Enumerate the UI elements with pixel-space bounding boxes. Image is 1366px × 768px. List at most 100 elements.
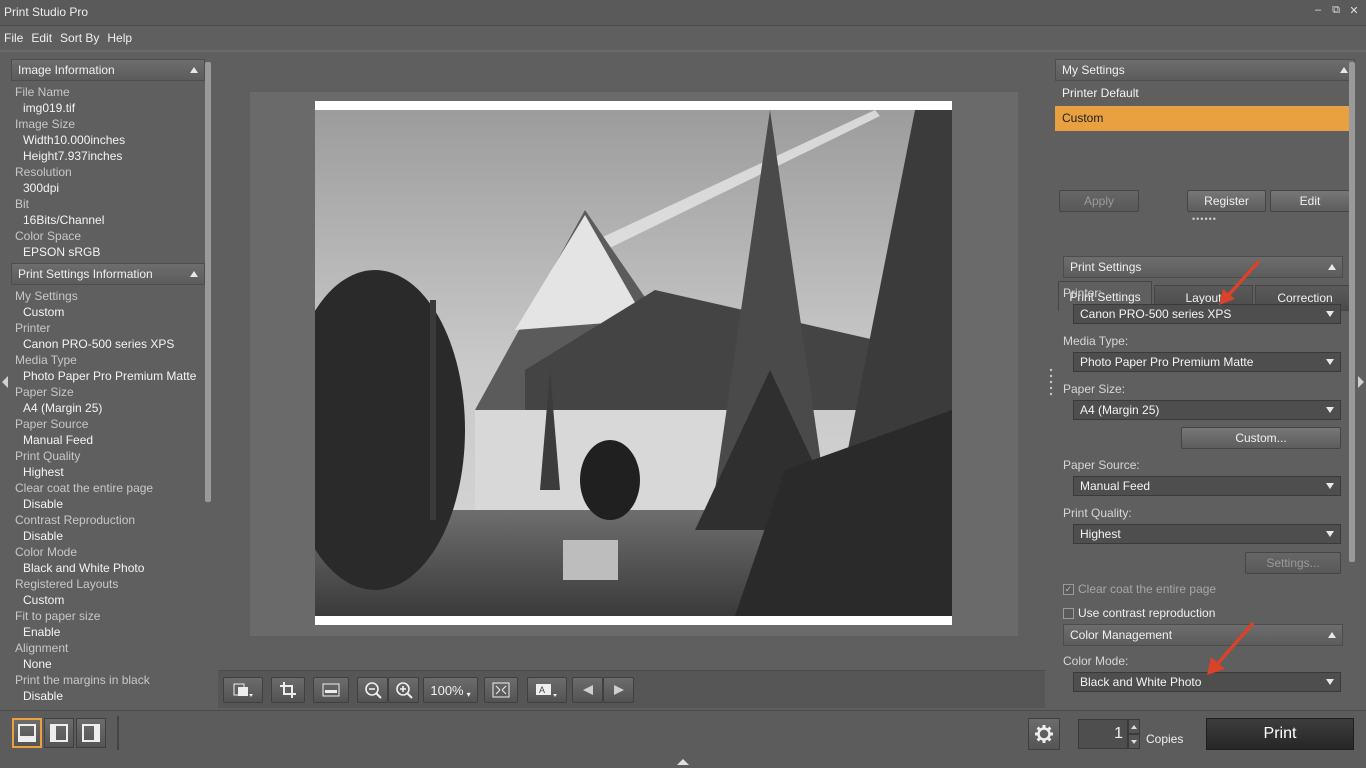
info-label: Registered Layouts xyxy=(15,577,119,591)
resize-grip-icon[interactable] xyxy=(1049,368,1053,396)
zoom-out-button[interactable] xyxy=(357,677,388,703)
preview-toolbar: 100% ▾ A xyxy=(218,670,1045,708)
photo-preview[interactable] xyxy=(315,110,952,616)
annotation-arrow-icon xyxy=(1219,259,1261,305)
printer-select[interactable]: Canon PRO-500 series XPS xyxy=(1073,304,1341,324)
print-settings-header[interactable]: Print Settings xyxy=(1063,256,1343,278)
collapse-icon[interactable] xyxy=(190,67,198,73)
collapse-right-icon[interactable] xyxy=(1358,376,1364,388)
svg-text:A: A xyxy=(539,685,545,695)
left-scrollbar[interactable] xyxy=(205,62,211,502)
info-label: Resolution xyxy=(15,165,72,179)
info-value: Manual Feed xyxy=(23,433,94,447)
edit-button[interactable]: Edit xyxy=(1270,190,1350,212)
paper-source-label: Paper Source: xyxy=(1063,458,1140,472)
info-value: Disable xyxy=(23,529,64,543)
printer-value: Canon PRO-500 series XPS xyxy=(1080,307,1232,321)
info-label: Print the margins in black xyxy=(15,673,150,687)
collapse-icon[interactable] xyxy=(190,271,198,277)
collapse-icon[interactable] xyxy=(1328,632,1336,638)
collapse-icon[interactable] xyxy=(1328,264,1336,270)
print-settings-information-header[interactable]: Print Settings Information xyxy=(11,263,205,285)
menu-sort-by[interactable]: Sort By xyxy=(56,31,103,45)
info-value: Custom xyxy=(23,305,65,319)
section-title: Print Settings Information xyxy=(18,267,153,281)
expand-up-icon[interactable] xyxy=(677,759,689,765)
menu-file[interactable]: File xyxy=(0,31,27,45)
left-panel-icon xyxy=(50,724,68,742)
menu-bar: File Edit Sort By Help xyxy=(0,27,1366,49)
my-settings-header[interactable]: My Settings xyxy=(1055,59,1355,81)
info-value: Canon PRO-500 series XPS xyxy=(23,337,175,351)
media-type-label: Media Type: xyxy=(1063,334,1129,348)
collapse-left-icon[interactable] xyxy=(2,376,8,388)
zoom-level-dropdown[interactable]: 100% ▾ xyxy=(423,677,478,703)
checkbox-icon xyxy=(1063,607,1074,619)
chevron-down-icon xyxy=(1326,359,1334,365)
info-value: Black and White Photo xyxy=(23,561,145,575)
print-button[interactable]: Print xyxy=(1206,718,1354,750)
dropdown-icon: ▾ xyxy=(466,689,471,699)
quality-settings-button[interactable]: Settings... xyxy=(1245,552,1341,574)
contrast-reproduction-checkbox[interactable]: Use contrast reproduction xyxy=(1063,606,1215,620)
info-label: Contrast Reproduction xyxy=(15,513,136,527)
app-title: Print Studio Pro xyxy=(4,5,89,19)
section-title: My Settings xyxy=(1062,63,1125,77)
preferences-button[interactable] xyxy=(1028,718,1060,750)
layout-single-button[interactable] xyxy=(12,718,42,748)
info-value: 300dpi xyxy=(23,181,60,195)
next-button[interactable] xyxy=(603,677,634,703)
restore-icon[interactable]: ⧉ xyxy=(1330,4,1342,16)
text-overlay-button[interactable]: A xyxy=(527,677,567,703)
copies-input[interactable]: 1 xyxy=(1078,719,1128,749)
info-value: img019.tif xyxy=(23,101,76,115)
zoom-in-button[interactable] xyxy=(388,677,419,703)
info-label: Print Quality xyxy=(15,449,81,463)
menu-help[interactable]: Help xyxy=(103,31,136,45)
fit-window-icon xyxy=(492,682,510,698)
apply-button[interactable]: Apply xyxy=(1059,190,1139,212)
my-settings-item[interactable]: Printer Default xyxy=(1055,81,1355,106)
clear-coat-checkbox[interactable]: ✓ Clear coat the entire page xyxy=(1063,582,1216,596)
media-type-select[interactable]: Photo Paper Pro Premium Matte xyxy=(1073,352,1341,372)
splitter-grip-icon[interactable]: •••••• xyxy=(1192,214,1217,224)
info-value: Height7.937inches xyxy=(23,149,123,163)
section-title: Print Settings xyxy=(1070,260,1142,274)
info-label: Color Mode xyxy=(15,545,78,559)
register-button[interactable]: Register xyxy=(1187,190,1266,212)
zoom-out-icon xyxy=(364,682,382,699)
paper-source-select[interactable]: Manual Feed xyxy=(1073,476,1341,496)
copies-increment[interactable] xyxy=(1128,719,1140,734)
paper-size-label: Paper Size: xyxy=(1063,382,1126,396)
fit-to-window-button[interactable] xyxy=(484,677,518,703)
info-label: Image Size xyxy=(15,117,76,131)
settings-panel: My Settings Printer Default Custom Apply… xyxy=(1055,59,1355,707)
print-quality-select[interactable]: Highest xyxy=(1073,524,1341,544)
temple-photo xyxy=(315,110,952,616)
crop-button[interactable] xyxy=(271,677,305,703)
paper-size-select[interactable]: A4 (Margin 25) xyxy=(1073,400,1341,420)
title-bar: Print Studio Pro – ⧉ ✕ xyxy=(0,0,1366,26)
layout-right-panel-button[interactable] xyxy=(76,718,106,748)
section-title: Color Management xyxy=(1070,628,1173,642)
menu-edit[interactable]: Edit xyxy=(27,31,56,45)
my-settings-item-selected[interactable]: Custom xyxy=(1055,106,1355,131)
print-quality-label: Print Quality: xyxy=(1063,506,1132,520)
layout-left-panel-button[interactable] xyxy=(44,718,74,748)
paper-view-button[interactable] xyxy=(313,677,349,703)
info-value: EPSON sRGB xyxy=(23,245,101,259)
copies-decrement[interactable] xyxy=(1128,734,1140,749)
custom-size-button[interactable]: Custom... xyxy=(1181,427,1341,449)
minimize-icon[interactable]: – xyxy=(1312,4,1324,16)
info-label: Fit to paper size xyxy=(15,609,101,623)
layout-template-button[interactable] xyxy=(223,677,263,703)
close-icon[interactable]: ✕ xyxy=(1348,4,1360,17)
info-label: Paper Size xyxy=(15,385,74,399)
section-title: Image Information xyxy=(18,63,115,77)
divider xyxy=(0,50,1366,52)
collapse-icon[interactable] xyxy=(1340,67,1348,73)
previous-button[interactable] xyxy=(572,677,603,703)
right-scrollbar[interactable] xyxy=(1349,62,1355,562)
image-information-header[interactable]: Image Information xyxy=(11,59,205,81)
checkbox-label: Clear coat the entire page xyxy=(1078,582,1217,596)
